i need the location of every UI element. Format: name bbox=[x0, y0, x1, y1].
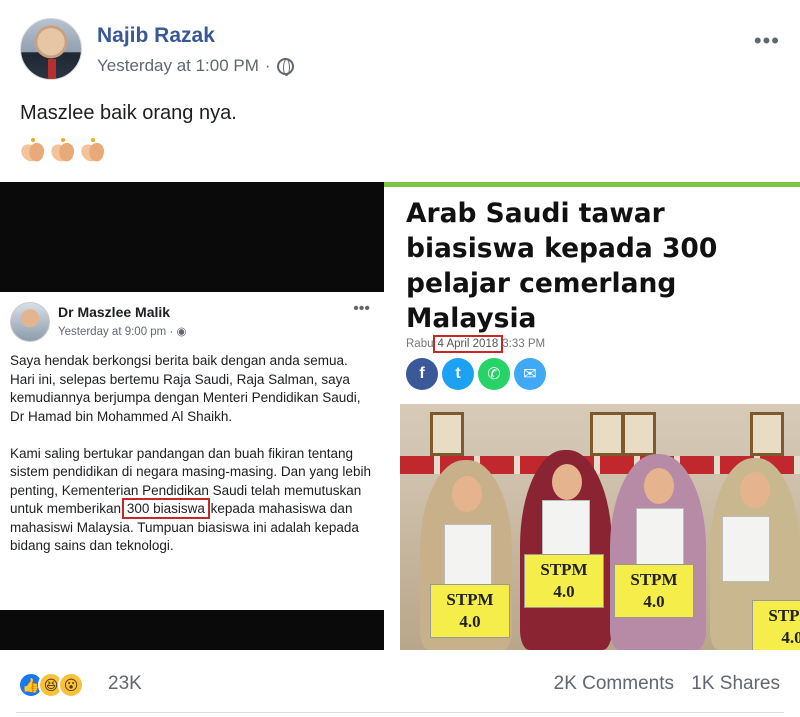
student-face bbox=[644, 468, 674, 504]
reaction-count[interactable]: 23K bbox=[108, 673, 142, 695]
article-date: Rabu 4 April 2018 3:33 PM bbox=[406, 335, 546, 353]
comments-count[interactable]: 2K Comments bbox=[554, 673, 674, 695]
shares-count[interactable]: 1K Shares bbox=[691, 673, 780, 695]
globe-icon bbox=[276, 57, 294, 76]
shared-image[interactable]: Dr Maszlee Malik Yesterday at 9:00 pm · … bbox=[0, 182, 800, 650]
clapping-hands-icon bbox=[18, 138, 47, 165]
author-avatar[interactable] bbox=[20, 18, 82, 80]
inner-timestamp: Yesterday at 9:00 pm · bbox=[58, 326, 177, 338]
certificate-paper bbox=[722, 516, 770, 582]
post-text: Maszlee baik orang nya. bbox=[20, 102, 237, 124]
wow-icon: 😮 bbox=[58, 672, 84, 698]
reaction-icons[interactable]: 👍 😆 😮 bbox=[18, 672, 84, 698]
wall-portrait bbox=[430, 412, 464, 456]
news-article-panel: Arab Saudi tawar biasiswa kepada 300 pel… bbox=[384, 182, 800, 650]
stpm-card: STPM4.0 bbox=[430, 584, 510, 638]
emoji-row bbox=[18, 138, 107, 165]
date-highlight: 4 April 2018 bbox=[432, 335, 504, 353]
facebook-icon[interactable]: f bbox=[406, 358, 438, 390]
clapping-hands-icon bbox=[48, 138, 77, 165]
post-header: Najib Razak Yesterday at 1:00 PM · ••• bbox=[20, 18, 780, 90]
screenshot-left-panel: Dr Maszlee Malik Yesterday at 9:00 pm · … bbox=[0, 182, 384, 650]
email-icon[interactable]: ✉ bbox=[514, 358, 546, 390]
wall-portrait bbox=[622, 412, 656, 456]
inner-author-name: Dr Maszlee Malik bbox=[58, 304, 171, 320]
wall-portrait bbox=[750, 412, 784, 456]
author-name[interactable]: Najib Razak bbox=[97, 24, 215, 48]
stpm-card: STPM4.0 bbox=[524, 554, 604, 608]
students-photo: STPM4.0 STPM4.0 STPM4.0 STPM4.0 bbox=[400, 404, 800, 650]
certificate-paper bbox=[444, 524, 492, 590]
site-accent-bar bbox=[384, 182, 800, 187]
clapping-hands-icon bbox=[78, 138, 107, 165]
post-footer: 👍 😆 😮 23K 2K Comments 1K Shares bbox=[0, 650, 800, 717]
inner-post-card: Dr Maszlee Malik Yesterday at 9:00 pm · … bbox=[0, 292, 384, 610]
inner-author-avatar bbox=[10, 302, 50, 342]
article-headline: Arab Saudi tawar biasiswa kepada 300 pel… bbox=[406, 198, 718, 334]
inner-more-icon: ••• bbox=[353, 300, 370, 317]
student-face bbox=[452, 476, 482, 512]
black-band bbox=[0, 182, 384, 292]
inner-post-body: Saya hendak berkongsi berita baik dengan… bbox=[10, 352, 376, 574]
student-face bbox=[740, 472, 770, 508]
twitter-icon[interactable]: t bbox=[442, 358, 474, 390]
whatsapp-icon[interactable]: ✆ bbox=[478, 358, 510, 390]
wall-portrait bbox=[590, 412, 624, 456]
footer-divider bbox=[16, 712, 784, 713]
inner-post-meta: Yesterday at 9:00 pm · ◉ bbox=[58, 324, 187, 338]
inner-paragraph-1: Saya hendak berkongsi berita baik dengan… bbox=[10, 353, 361, 424]
stpm-card: STPM4.0 bbox=[752, 600, 800, 650]
inner-paragraph-2: Kami saling bertukar pandangan dan buah … bbox=[10, 445, 376, 556]
more-options-icon[interactable]: ••• bbox=[754, 28, 780, 54]
post-meta: Yesterday at 1:00 PM · bbox=[97, 56, 294, 76]
share-buttons: f t ✆ ✉ bbox=[406, 358, 546, 390]
inner-globe-icon: ◉ bbox=[176, 326, 187, 338]
date-suffix: 3:33 PM bbox=[502, 338, 546, 350]
stpm-card: STPM4.0 bbox=[614, 564, 694, 618]
post-timestamp[interactable]: Yesterday at 1:00 PM bbox=[97, 56, 259, 76]
student-face bbox=[552, 464, 582, 500]
meta-separator: · bbox=[264, 56, 271, 75]
scholarship-highlight: 300 biasiswa bbox=[121, 498, 210, 519]
black-band bbox=[0, 610, 384, 650]
date-prefix: Rabu bbox=[406, 338, 434, 350]
